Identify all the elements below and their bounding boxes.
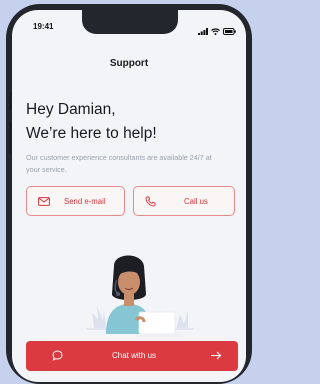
page-title: Support — [109, 58, 149, 69]
greeting-headline: We’re here to help! — [26, 125, 157, 142]
arrow-right-icon — [211, 351, 222, 360]
app-screen: 19:41 Support Hey Damian, We’re here to … — [12, 10, 246, 382]
status-time: 19:41 — [33, 22, 54, 31]
call-us-label: Call us — [184, 196, 208, 206]
send-email-label: Send e-mail — [64, 196, 106, 206]
battery-icon — [223, 22, 236, 40]
support-agent-illustration — [86, 255, 194, 337]
status-icons — [198, 22, 236, 40]
mail-icon — [38, 196, 50, 206]
phone-icon — [145, 196, 156, 206]
support-description: Our customer experience consultants are … — [26, 153, 212, 174]
wifi-icon — [211, 22, 220, 40]
chat-with-us-label: Chat with us — [112, 351, 157, 360]
chat-bubble-icon — [52, 350, 63, 361]
notch — [82, 10, 178, 34]
greeting-name: Hey Damian, — [26, 101, 116, 118]
send-email-button[interactable]: Send e-mail — [26, 186, 125, 216]
call-us-button[interactable]: Call us — [133, 186, 235, 216]
chat-with-us-button[interactable]: Chat with us — [26, 341, 238, 371]
signal-icon — [198, 22, 208, 40]
